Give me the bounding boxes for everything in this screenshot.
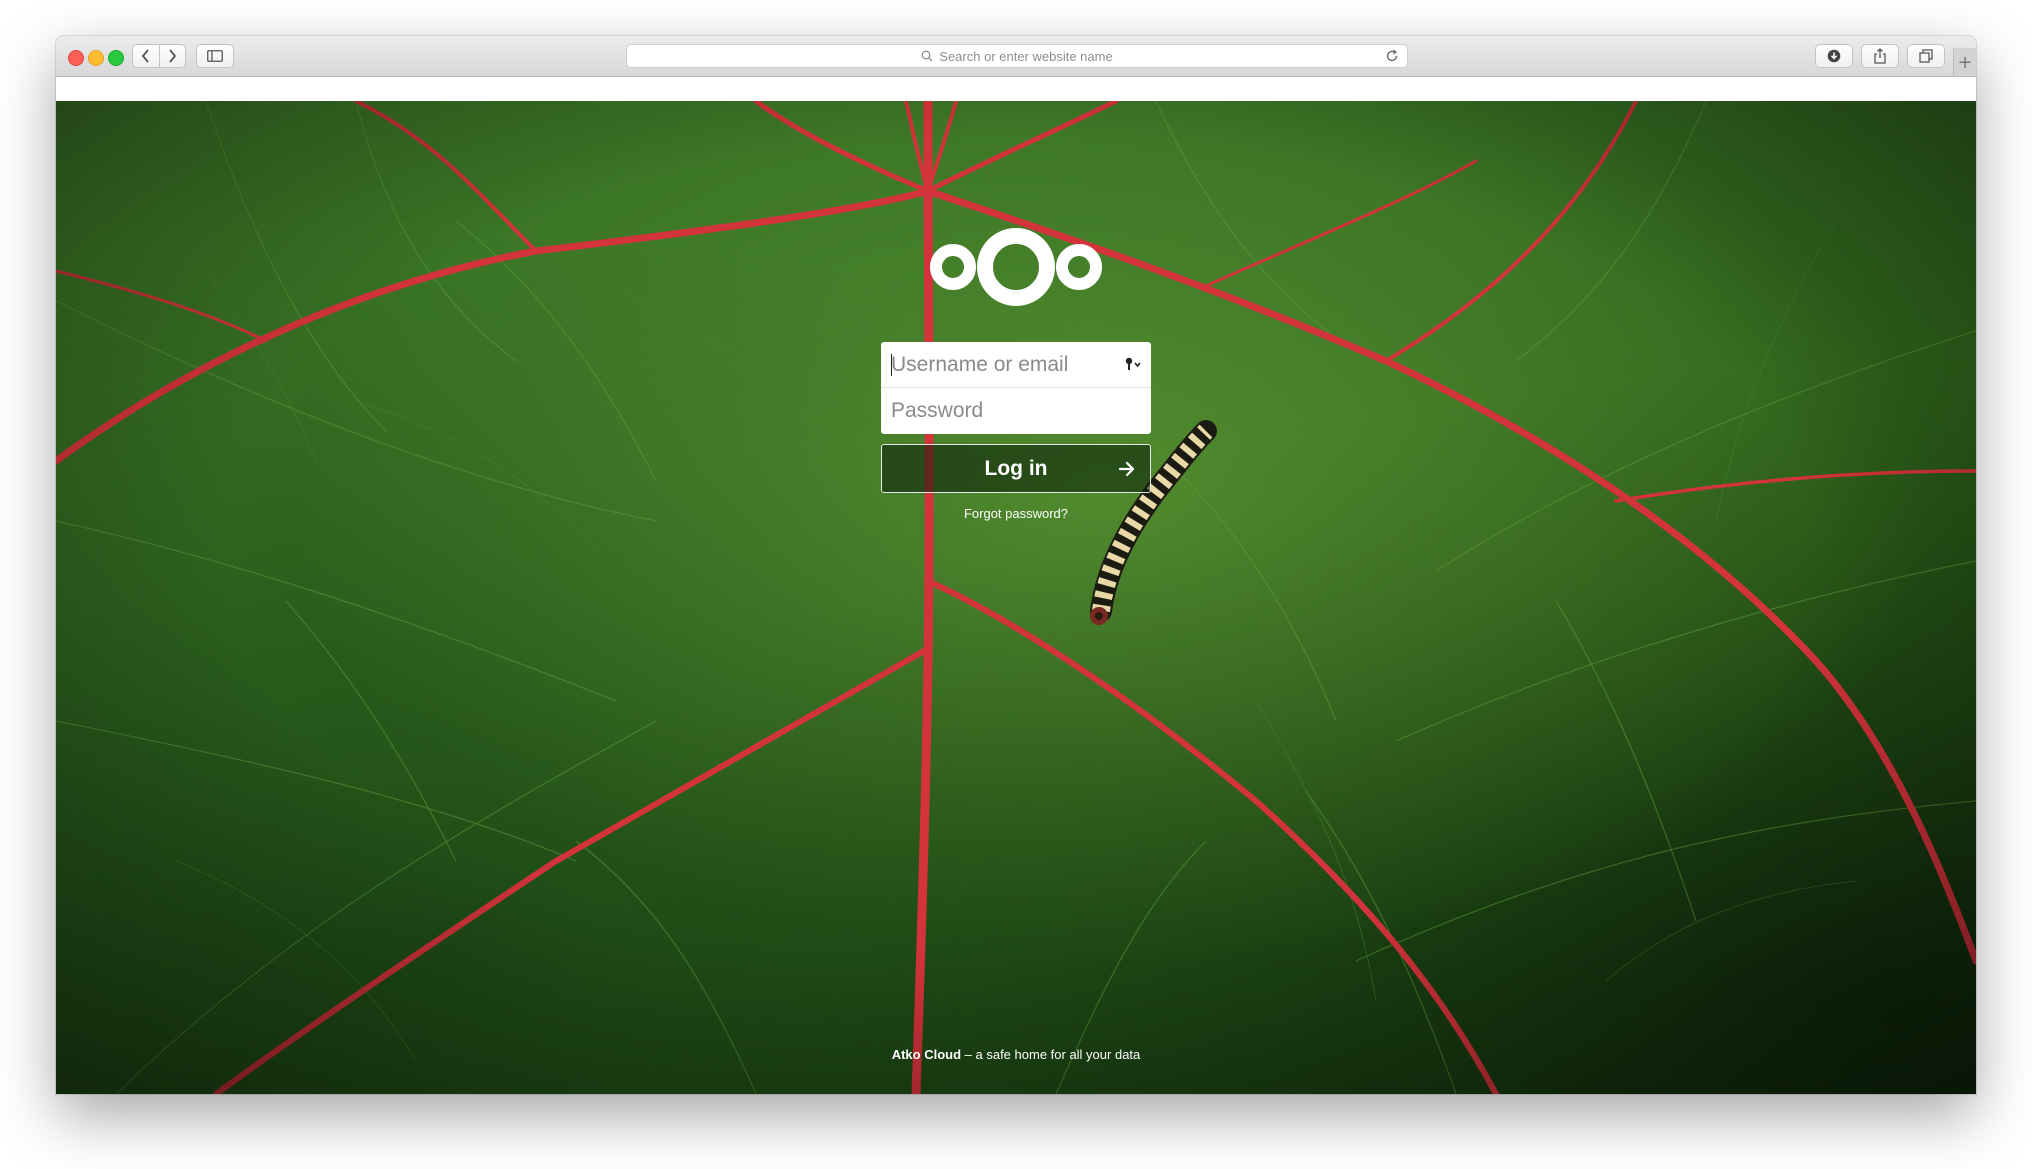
login-page: Log in Forgot password? Atko Cloud – a s… [56,101,1976,1094]
nextcloud-logo [930,228,1102,306]
footer-text: – a safe home for all your data [961,1047,1141,1062]
forgot-password-link[interactable]: Forgot password? [881,506,1151,521]
navigation-buttons [132,44,186,68]
arrow-right-icon [1118,461,1135,477]
tab-strip [56,77,1976,101]
password-manager-icon[interactable] [1125,357,1141,371]
login-button-label: Log in [984,456,1048,480]
show-tabs-button[interactable] [1907,44,1945,68]
close-window-button[interactable] [68,50,84,66]
text-cursor [891,354,892,376]
share-button[interactable] [1861,44,1899,68]
password-input[interactable] [881,388,1151,434]
forward-icon [169,49,177,63]
address-placeholder: Search or enter website name [939,48,1113,64]
downloads-button[interactable] [1815,44,1853,68]
browser-window: Search or enter website name + Username … [56,36,1976,1094]
username-input[interactable] [881,342,1151,387]
minimize-window-button[interactable] [88,50,104,66]
back-icon [141,49,149,63]
address-bar[interactable]: Search or enter website name [626,44,1408,68]
footer-tagline: Atko Cloud – a safe home for all your da… [56,1047,1976,1062]
sidebar-icon [207,50,223,62]
reload-icon[interactable] [1385,49,1399,63]
login-form: Log in [881,342,1151,493]
username-field-wrapper [881,342,1151,388]
new-tab-button[interactable]: + [1953,48,1976,76]
password-field-wrapper [881,388,1151,434]
search-icon [921,50,933,62]
forward-button[interactable] [158,45,186,67]
login-button[interactable]: Log in [881,444,1151,493]
new-tab-icon: + [1957,51,1973,73]
footer-brand[interactable]: Atko Cloud [892,1047,961,1062]
sidebar-toggle-button[interactable] [196,44,234,68]
tabs-icon [1919,49,1933,63]
back-button[interactable] [133,45,159,67]
zoom-window-button[interactable] [108,50,124,66]
browser-toolbar: Search or enter website name + [56,36,1976,77]
download-icon [1827,49,1841,63]
share-icon [1874,48,1886,64]
